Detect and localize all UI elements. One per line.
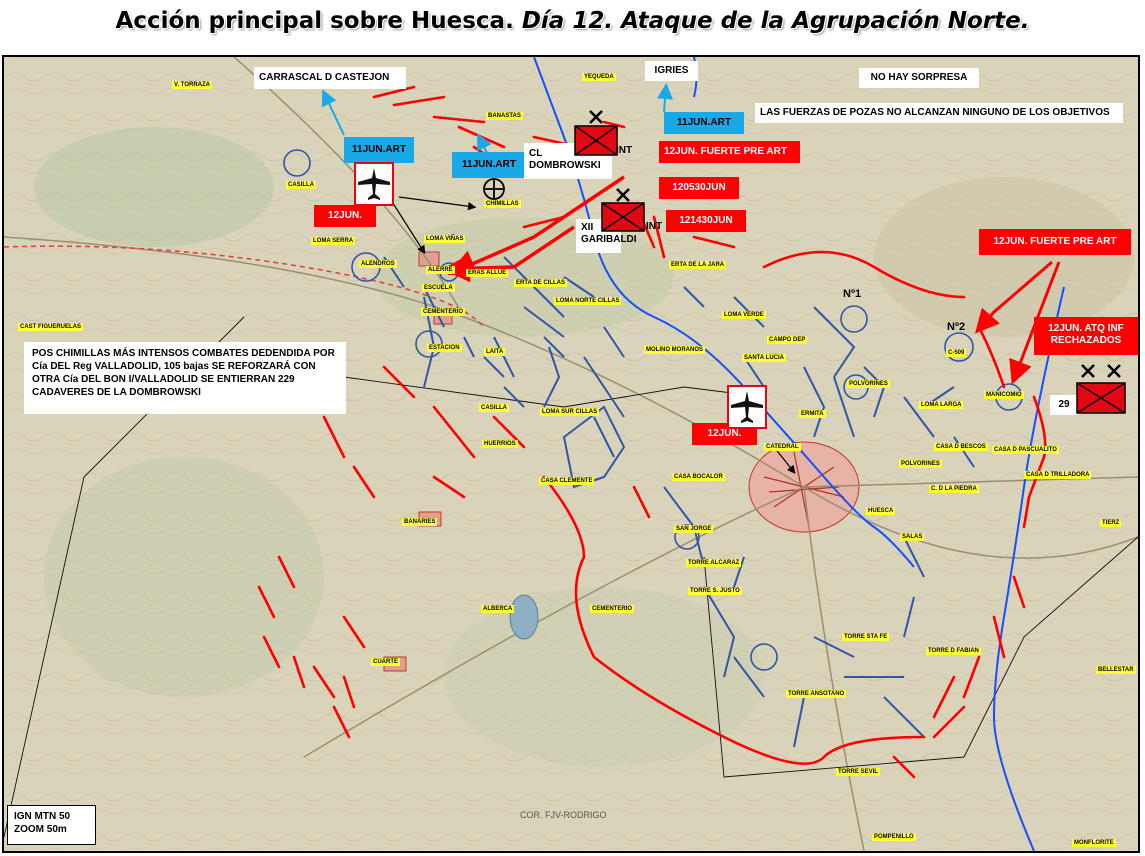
place-label: CASA CLEMENTE bbox=[539, 477, 595, 485]
place-label: ERAS ALLUE bbox=[466, 269, 509, 277]
place-label: C. D LA PIEDRA bbox=[929, 485, 979, 493]
int-label: INT bbox=[616, 145, 633, 156]
place-label: SAN JORGE bbox=[674, 525, 714, 533]
place-label: CEMENTERIO bbox=[590, 605, 635, 613]
place-label: HUESCA bbox=[866, 507, 896, 515]
fuerte-pre-art-label: 12JUN. FUERTE PRE ART bbox=[659, 141, 800, 163]
art-11jun-label: 11JUN.ART bbox=[664, 112, 744, 134]
author-credit: COR. FJV-RODRIGO bbox=[520, 810, 607, 820]
place-label: HUERRIOS bbox=[482, 440, 518, 448]
time-120530-label: 120530JUN bbox=[659, 177, 739, 199]
place-label: ERMITA bbox=[799, 410, 826, 418]
place-label: TORRE STA FE bbox=[842, 633, 890, 641]
place-label: YEQUEDA bbox=[582, 73, 616, 81]
place-label: ERTA DE CILLAS bbox=[514, 279, 567, 287]
place-label: MONFLORITE bbox=[1072, 839, 1116, 847]
place-label: V. TORRAZA bbox=[172, 81, 213, 89]
place-label: CEMENTERIO bbox=[421, 308, 466, 316]
title-main: Acción principal sobre Huesca. bbox=[115, 8, 522, 34]
place-label: POLVORINES bbox=[899, 460, 942, 468]
place-label: LOMA VERDE bbox=[722, 311, 766, 319]
map-title: Acción principal sobre Huesca. Día 12. A… bbox=[0, 8, 1145, 34]
art-11jun-label: 11JUN.ART bbox=[344, 137, 414, 163]
jun12-aviation-label: 12JUN. bbox=[314, 205, 376, 227]
map-zoom-line: ZOOM 50m bbox=[14, 824, 67, 835]
aircraft-icon bbox=[354, 162, 394, 206]
place-label: TORRE SEVIL bbox=[836, 768, 880, 776]
carrascal-label: CARRASCAL D CASTEJON bbox=[254, 67, 406, 89]
map-source-box: IGN MTN 50 ZOOM 50m bbox=[7, 805, 96, 845]
place-label: C-509 bbox=[946, 349, 967, 357]
place-label: CASILLA bbox=[479, 404, 509, 412]
place-label: BANASTAS bbox=[486, 112, 523, 120]
place-label: POMPENILLO bbox=[872, 833, 916, 841]
place-label: TORRE S. JUSTO bbox=[688, 587, 742, 595]
unit-symbol-icon bbox=[601, 188, 645, 232]
place-label: LOMA SUR CILLAS bbox=[540, 408, 600, 416]
pozas-label: LAS FUERZAS DE POZAS NO ALCANZAN NINGUNO… bbox=[755, 103, 1123, 123]
map-area: V. TORRAZA CASILLA BANASTAS YEQUEDA CHIM… bbox=[2, 55, 1140, 853]
place-label: MOLINO MORANOS bbox=[644, 346, 705, 354]
place-label: CASA D TRILLADORA bbox=[1024, 471, 1092, 479]
place-label: CUARTE bbox=[371, 658, 400, 666]
no-sorpresa-label: NO HAY SORPRESA bbox=[859, 68, 979, 88]
art-11jun-label: 11JUN.ART bbox=[452, 152, 526, 178]
place-label: CAMPO DEP bbox=[767, 336, 808, 344]
place-label: CASA BOCALOR bbox=[672, 473, 725, 481]
place-label: SANTA LUCIA bbox=[742, 354, 786, 362]
n1-label: Nº1 bbox=[843, 288, 862, 300]
place-label: ESTACION bbox=[427, 344, 462, 352]
place-label: MANICOMIO bbox=[984, 391, 1024, 399]
atq-inf-label: 12JUN. ATQ INF RECHAZADOS bbox=[1034, 317, 1138, 355]
chimillas-note: POS CHIMILLAS MÁS INTENSOS COMBATES DEDE… bbox=[24, 342, 346, 414]
time-121430-label: 121430JUN bbox=[666, 210, 746, 232]
igries-label: IGRIES bbox=[645, 61, 698, 81]
place-label: TIERZ bbox=[1100, 519, 1122, 527]
place-label: ALENDROS bbox=[359, 260, 397, 268]
target-marker-icon bbox=[483, 178, 505, 200]
fuerte-pre-art-label: 12JUN. FUERTE PRE ART bbox=[979, 229, 1131, 255]
place-label: CASILLA bbox=[286, 181, 316, 189]
place-label: ESCUELA bbox=[422, 284, 455, 292]
place-label: TORRE ANSOTANO bbox=[786, 690, 847, 698]
place-label: CHIMILLAS bbox=[484, 200, 521, 208]
place-label: BANARIES bbox=[402, 518, 438, 526]
place-label: LAITA bbox=[484, 348, 506, 356]
unit-symbol-icon bbox=[1076, 364, 1126, 414]
place-label: ALBERCA bbox=[481, 605, 515, 613]
place-label: LOMA NORTE CILLAS bbox=[554, 297, 622, 305]
place-label: TORRE ALCARAZ bbox=[686, 559, 742, 567]
title-italic: Día 12. Ataque de la Agrupación Norte. bbox=[521, 8, 1030, 34]
place-label: CASA D BESCOS bbox=[934, 443, 988, 451]
map-source-line: IGN MTN 50 bbox=[14, 811, 71, 822]
place-label: POLVORINES bbox=[847, 380, 890, 388]
place-label: LOMA SERRA bbox=[311, 237, 356, 245]
place-label: CASA D PASCUALITO bbox=[992, 446, 1059, 454]
unit-symbol-icon bbox=[574, 110, 618, 156]
place-label: CAST FIGUERUELAS bbox=[18, 323, 84, 331]
aircraft-icon bbox=[727, 385, 767, 429]
place-label: BELLESTAR bbox=[1096, 666, 1136, 674]
n2-label: Nº2 bbox=[947, 321, 966, 333]
int-label: INT bbox=[646, 221, 663, 232]
place-label: ERTA DE LA JARA bbox=[669, 261, 727, 269]
place-label: SALAS bbox=[900, 533, 925, 541]
place-label: LOMA VIÑAS bbox=[424, 235, 466, 243]
place-label: LOMA LARGA bbox=[919, 401, 964, 409]
place-label: CATEDRAL bbox=[764, 443, 801, 451]
place-label: TORRE D FABIAN bbox=[926, 647, 981, 655]
place-label: ALERRE bbox=[426, 266, 455, 274]
